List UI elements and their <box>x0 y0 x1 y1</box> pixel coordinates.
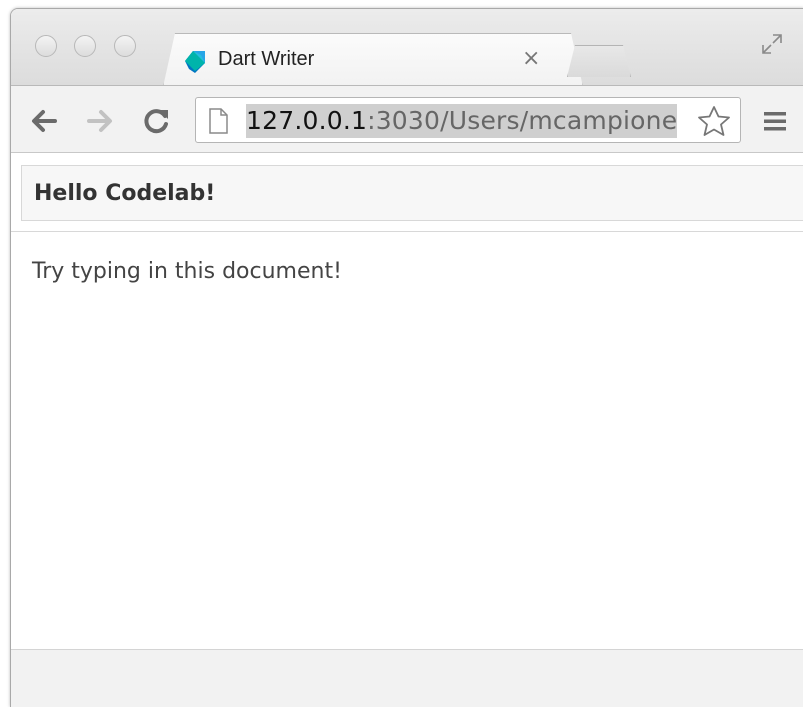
divider <box>11 231 803 232</box>
zoom-window-button[interactable] <box>114 35 136 57</box>
dart-logo-icon <box>185 51 205 73</box>
hamburger-menu-icon[interactable] <box>761 107 789 135</box>
minimize-window-button[interactable] <box>74 35 96 57</box>
page-icon <box>209 108 228 134</box>
browser-window: Dart Writer × 127.0.0.1:3030/Users/mcamp… <box>10 8 803 707</box>
star-icon[interactable] <box>696 104 732 138</box>
reload-icon[interactable] <box>139 104 173 138</box>
url-host: 127.0.0.1 <box>246 106 368 135</box>
document-editor[interactable]: Try typing in this document! <box>32 259 342 284</box>
page-title: Hello Codelab! <box>34 181 216 206</box>
tab-title: Dart Writer <box>218 48 315 70</box>
tab-content[interactable]: Dart Writer × <box>176 39 556 87</box>
page-content: Hello Codelab! Try typing in this docume… <box>11 153 803 649</box>
close-window-button[interactable] <box>35 35 57 57</box>
address-bar[interactable]: 127.0.0.1:3030/Users/mcampione <box>195 97 741 143</box>
status-bar <box>11 649 803 707</box>
app-header: Hello Codelab! <box>21 165 803 221</box>
url-text[interactable]: 127.0.0.1:3030/Users/mcampione <box>246 104 678 138</box>
url-path: :3030/Users/mcampione <box>367 106 678 135</box>
forward-arrow-icon[interactable] <box>83 104 117 138</box>
fullscreen-icon[interactable] <box>759 31 785 57</box>
tab-close-icon[interactable]: × <box>522 46 540 71</box>
new-tab-button[interactable] <box>567 45 631 77</box>
browser-toolbar: 127.0.0.1:3030/Users/mcampione <box>11 85 803 153</box>
back-arrow-icon[interactable] <box>27 104 61 138</box>
